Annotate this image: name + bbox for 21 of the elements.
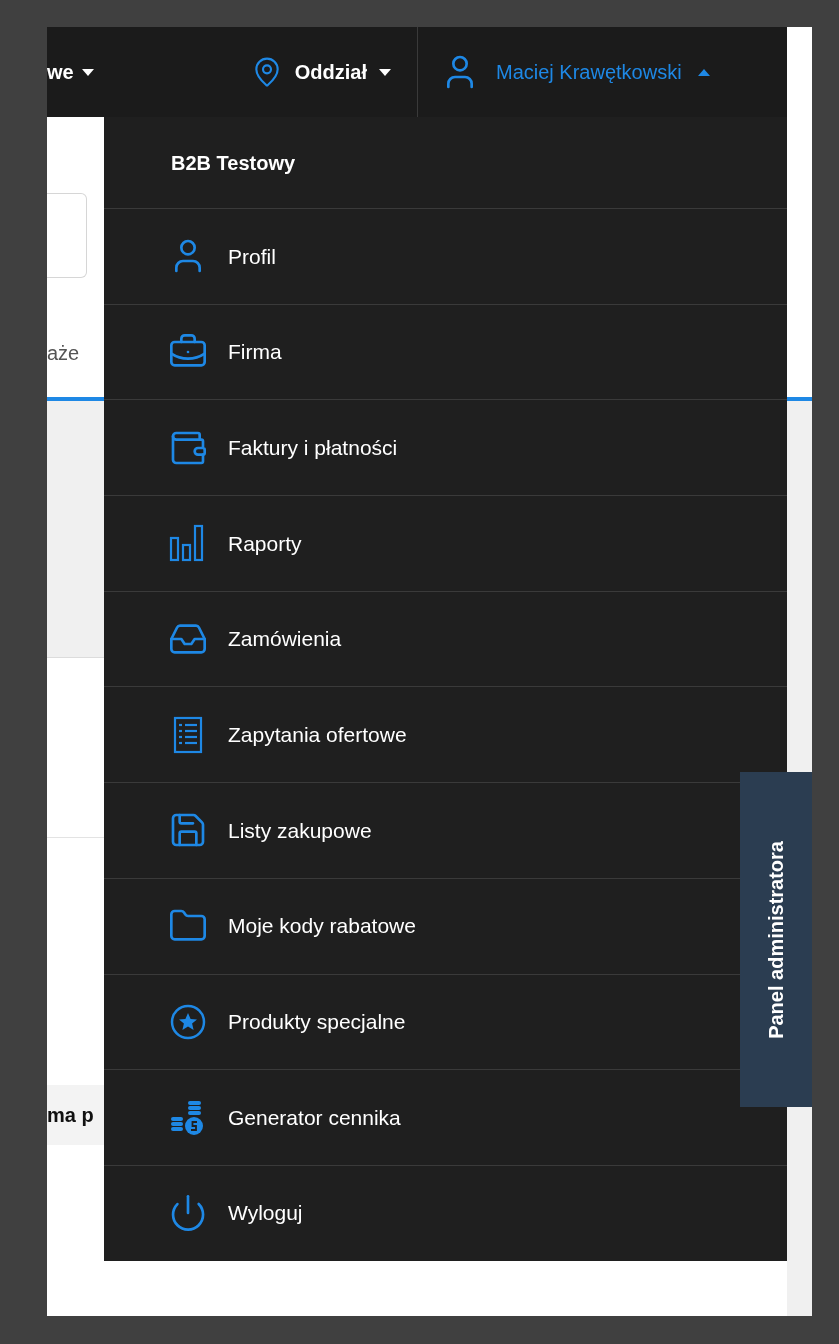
menu-item[interactable]: Profil (104, 209, 740, 304)
nav-dropdown[interactable]: we (47, 27, 94, 117)
menu-item[interactable]: Zapytania ofertowe (104, 687, 740, 783)
menu-item[interactable]: Moje kody rabatowe (104, 878, 740, 974)
menu-item[interactable]: Listy zakupowe (104, 783, 740, 878)
company-name: B2B Testowy (171, 150, 296, 176)
caret-down-icon (81, 68, 94, 76)
menu-item[interactable]: Faktury i płatności (104, 400, 740, 496)
menu-item[interactable]: Zamówienia (104, 591, 740, 687)
menu-item[interactable]: Produkty specjalne (104, 974, 740, 1070)
table-cell-text: ma p (47, 1103, 94, 1128)
branch-dropdown[interactable]: Oddział (234, 27, 407, 117)
tab-label[interactable]: aże (47, 338, 80, 368)
menu-item[interactable]: Wyloguj (104, 1165, 740, 1261)
select-field[interactable] (47, 193, 87, 278)
user-menu-toggle[interactable]: Maciej Krawętkowski (418, 27, 710, 117)
menu-item[interactable]: Firma (104, 304, 740, 400)
caret-down-icon (379, 68, 391, 76)
menu-item[interactable]: Generator cennika (104, 1070, 740, 1165)
menu-item[interactable]: Raporty (104, 496, 740, 591)
admin-panel-tab[interactable]: Panel administratora (740, 772, 812, 1107)
